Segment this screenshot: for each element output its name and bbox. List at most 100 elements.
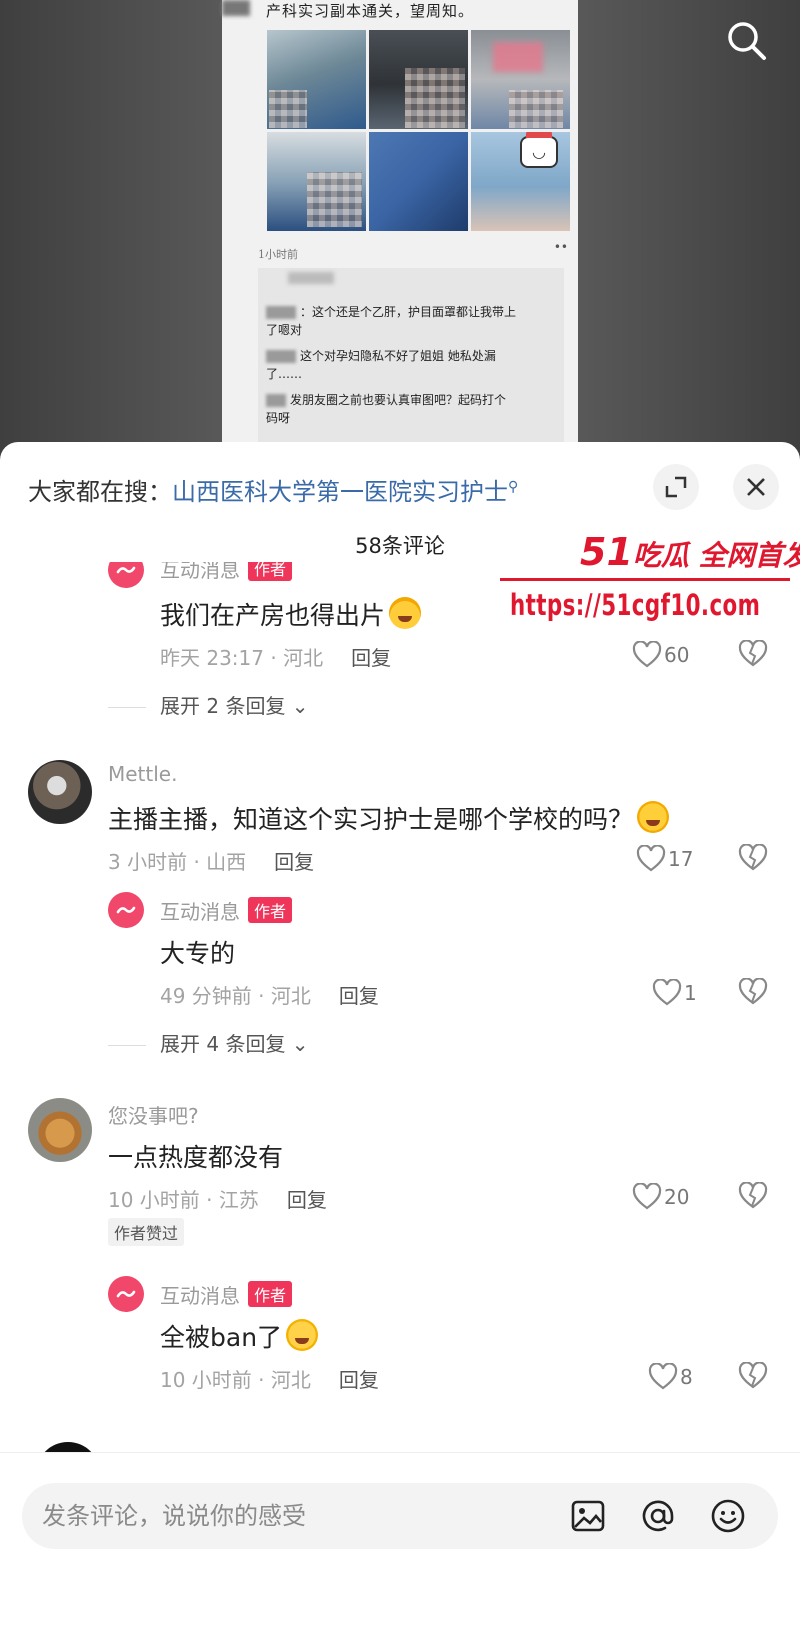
- comment-meta: 10 小时前 · 江苏 回复: [108, 1188, 327, 1212]
- dislike-button[interactable]: [738, 1361, 768, 1392]
- like-count: 1: [684, 981, 697, 1005]
- tears-of-joy-emoji-icon: [637, 801, 670, 833]
- message-bubble-icon: [116, 1290, 136, 1298]
- post-comment-block: ：这个还是个乙肝，护目面罩都让我带上 了嗯对 这个对孕妇隐私不好了姐姐 她私处漏…: [258, 268, 564, 458]
- dislike-button[interactable]: [738, 639, 768, 670]
- post-photo: [267, 132, 366, 231]
- close-icon: [747, 478, 765, 496]
- comment-username[interactable]: Mettle.: [108, 762, 177, 786]
- watermark-url: https://51cgf10.com: [510, 588, 761, 622]
- post-photo: ◡: [471, 132, 570, 231]
- broken-heart-icon: [738, 1361, 768, 1389]
- post-comment-line: 了嗯对: [266, 323, 303, 337]
- heart-icon: [652, 979, 682, 1006]
- post-screenshot: 产科实习副本通关，望周知。 ◡ 1小时前 •• ：这个还是个乙肝，护目面罩都让我…: [222, 0, 578, 460]
- reply-text: 全被ban了: [160, 1318, 319, 1354]
- post-comment-line: 了……: [266, 367, 303, 381]
- reply-meta: 49 分钟前 · 河北 回复: [160, 984, 379, 1008]
- search-icon[interactable]: [724, 18, 770, 64]
- expand-replies-button[interactable]: 展开 2 条回复 ⌄: [108, 690, 309, 719]
- heart-icon: [636, 845, 666, 872]
- star-eyes-emoji-icon: [389, 597, 422, 629]
- heart-icon: [632, 1183, 662, 1210]
- trending-search[interactable]: 大家都在搜：山西医科大学第一医院实习护士⚲: [28, 472, 518, 507]
- like-count: 8: [680, 1365, 693, 1389]
- blurred-avatar: [222, 0, 250, 16]
- post-photo: [471, 30, 570, 129]
- dislike-button[interactable]: [738, 1181, 768, 1212]
- post-time: 1小时前: [258, 248, 298, 261]
- trending-search-prefix: 大家都在搜：: [28, 478, 172, 506]
- calendar-sticker-icon: ◡: [520, 132, 558, 168]
- like-button[interactable]: 8: [648, 1362, 693, 1392]
- reply-text: 大专的: [160, 939, 236, 968]
- reply-meta: 10 小时前 · 河北 回复: [160, 1368, 379, 1392]
- comment-meta: 3 小时前 · 山西 回复: [108, 850, 315, 874]
- comment-list[interactable]: 互动消息 作者 我们在产房也得出片 昨天 23:17 · 河北 回复 60 展开 2…: [0, 562, 800, 1462]
- post-photo: [369, 132, 468, 231]
- reply-username[interactable]: 互动消息 作者: [160, 1280, 293, 1309]
- message-bubble-icon: [116, 906, 136, 914]
- heart-icon: [632, 641, 662, 668]
- avatar[interactable]: [28, 1098, 92, 1162]
- avatar[interactable]: [28, 760, 92, 824]
- broken-heart-icon: [738, 843, 768, 871]
- like-count: 17: [668, 847, 694, 871]
- comment-input-bar[interactable]: [22, 1483, 778, 1549]
- dislike-button[interactable]: [738, 977, 768, 1008]
- watermark-title: 51吃瓜 全网首发: [580, 530, 800, 574]
- reply-button[interactable]: 回复: [351, 646, 391, 670]
- photo-grid: ◡: [267, 30, 570, 231]
- reply-button[interactable]: 回复: [274, 850, 314, 874]
- image-icon[interactable]: [570, 1498, 606, 1534]
- comment-sheet: 大家都在搜：山西医科大学第一医院实习护士⚲ 58条评论 互动消息 作者 我们在产房…: [0, 442, 800, 1627]
- reply-username[interactable]: 互动消息 作者: [160, 562, 293, 583]
- post-photo: [267, 30, 366, 129]
- post-comment-line: 这个对孕妇隐私不好了姐姐 她私处漏: [300, 349, 496, 363]
- message-bubble-icon: [116, 566, 136, 574]
- reply-button[interactable]: 回复: [287, 1188, 327, 1212]
- video-preview[interactable]: 产科实习副本通关，望周知。 ◡ 1小时前 •• ：这个还是个乙肝，护目面罩都让我…: [0, 0, 800, 460]
- post-photo: [369, 30, 468, 129]
- broken-heart-icon: [738, 1181, 768, 1209]
- pleading-face-emoji-icon: [286, 1319, 319, 1351]
- comment-input[interactable]: [42, 1495, 542, 1537]
- reply-meta: 昨天 23:17 · 河北 回复: [160, 646, 392, 670]
- reply-button[interactable]: 回复: [339, 1368, 379, 1392]
- post-comment-line: 发朋友圈之前也要认真审图吧？起码打个: [290, 393, 507, 407]
- heart-icon: [648, 1363, 678, 1390]
- like-button[interactable]: 17: [636, 844, 693, 874]
- reply-button[interactable]: 回复: [339, 984, 379, 1008]
- author-tag: 作者: [248, 562, 293, 581]
- avatar[interactable]: [108, 892, 144, 928]
- broken-heart-icon: [738, 977, 768, 1005]
- post-caption: 产科实习副本通关，望周知。: [266, 2, 475, 20]
- emoji-icon[interactable]: [710, 1498, 746, 1534]
- author-tag: 作者: [248, 897, 293, 923]
- comment-username[interactable]: 您没事吧?: [108, 1100, 199, 1129]
- post-comment-line: ：这个还是个乙肝，护目面罩都让我带上: [300, 305, 517, 319]
- reply-username[interactable]: 互动消息 作者: [160, 896, 293, 925]
- author-liked-badge: 作者赞过: [108, 1218, 185, 1246]
- like-button[interactable]: 1: [652, 978, 697, 1008]
- author-tag: 作者: [248, 1281, 293, 1307]
- trending-search-term[interactable]: 山西医科大学第一医院实习护士: [172, 478, 508, 506]
- more-dots-icon: ••: [553, 240, 568, 254]
- reply-text: 我们在产房也得出片: [160, 596, 422, 632]
- watermark: 51吃瓜 全网首发 https://51cgf10.com: [500, 530, 800, 640]
- expand-replies-button[interactable]: 展开 4 条回复 ⌄: [108, 1028, 309, 1057]
- mention-icon[interactable]: [640, 1498, 676, 1534]
- expand-sheet-button[interactable]: [653, 464, 699, 510]
- small-search-icon: ⚲: [508, 479, 519, 495]
- divider: [0, 1452, 800, 1462]
- like-count: 60: [664, 643, 690, 667]
- like-button[interactable]: 60: [632, 640, 689, 670]
- comment-text: 一点热度都没有: [108, 1143, 284, 1172]
- broken-heart-icon: [738, 639, 768, 667]
- close-button[interactable]: [733, 464, 779, 510]
- watermark-divider: [500, 578, 790, 581]
- avatar[interactable]: [108, 562, 144, 588]
- avatar[interactable]: [108, 1276, 144, 1312]
- dislike-button[interactable]: [738, 843, 768, 874]
- like-button[interactable]: 20: [632, 1182, 689, 1212]
